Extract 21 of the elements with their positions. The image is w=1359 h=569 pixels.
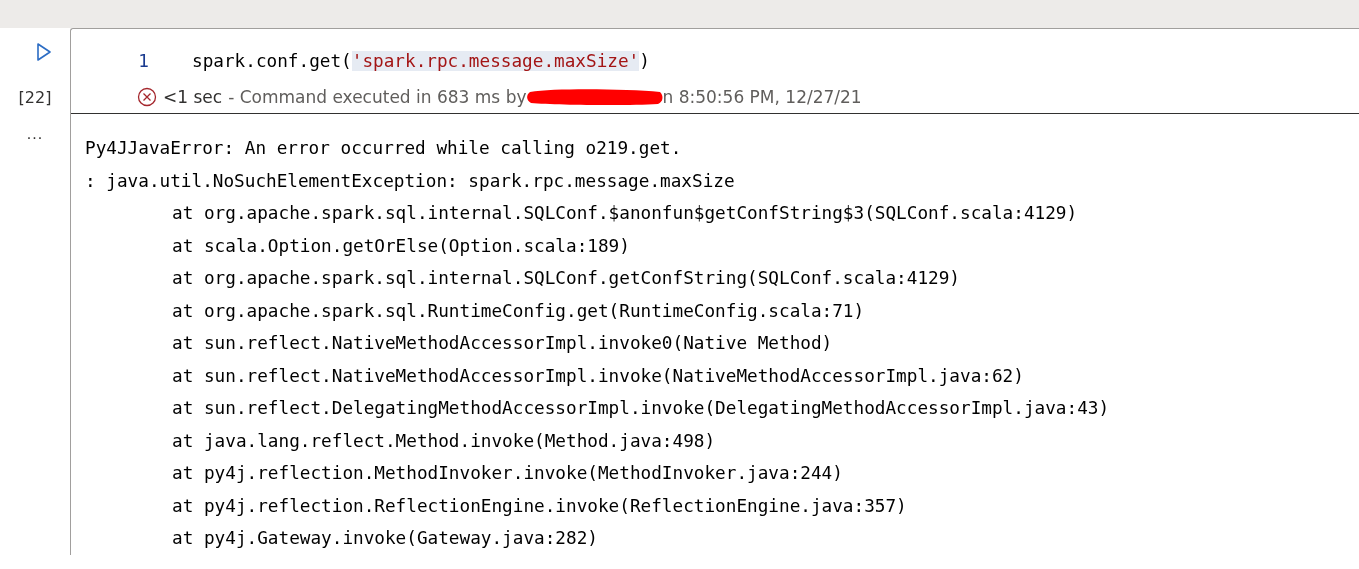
run-icon[interactable]	[36, 42, 52, 62]
status-text: - Command executed in 683 ms by	[228, 87, 527, 107]
error-output-line: at org.apache.spark.sql.internal.SQLConf.$anonfun$getConfString$3(SQLConf.scala:4129)	[171, 202, 1079, 225]
status-text: n 8:50:56 PM, 12/27/21	[662, 87, 862, 107]
error-output-line: at org.apache.spark.sql.RuntimeConfig.get(RuntimeConfig.scala:71)	[171, 299, 866, 323]
error-output-line: at py4j.reflection.ReflectionEngine.invoke(ReflectionEngine.java:357)	[171, 494, 908, 518]
error-output-line: at scala.Option.getOrElse(Option.scala:189)	[171, 234, 631, 258]
error-output-line: at py4j.Gateway.invoke(Gateway.java:282)	[171, 527, 599, 550]
error-output-line: at sun.reflect.NativeMethodAccessorImpl.invoke0(Native Method)	[171, 332, 834, 355]
error-output-line: at org.apache.spark.sql.internal.SQLConf.getConfString(SQLConf.scala:4129)	[171, 267, 961, 290]
error-output-line: Py4JJavaError: An error occurred while calling o219.get.	[85, 137, 683, 160]
duration: <1 sec	[163, 87, 223, 107]
error-output-line: at py4j.reflection.MethodInvoker.invoke(MethodInvoker.java:244)	[171, 462, 844, 485]
error-output-line: at sun.reflect.DelegatingMethodAccessorImpl.invoke(DelegatingMethodAccessorImpl.java:43)	[171, 397, 1111, 420]
more-button[interactable]: ...	[26, 125, 44, 143]
error-output-line: at java.lang.reflect.Method.invoke(Method.java:498)	[171, 429, 717, 453]
error-output-line: at sun.reflect.NativeMethodAccessorImpl.invoke(NativeMethodAccessorImpl.java:62)	[171, 364, 1025, 388]
line-number: 1	[137, 51, 149, 71]
execution-count: [22]	[18, 88, 52, 107]
error-output-line: : java.util.NoSuchElementException: spark.rpc.message.maxSize	[85, 169, 736, 193]
code-line: spark.conf.get('spark.rpc.message.maxSize')	[192, 51, 650, 71]
